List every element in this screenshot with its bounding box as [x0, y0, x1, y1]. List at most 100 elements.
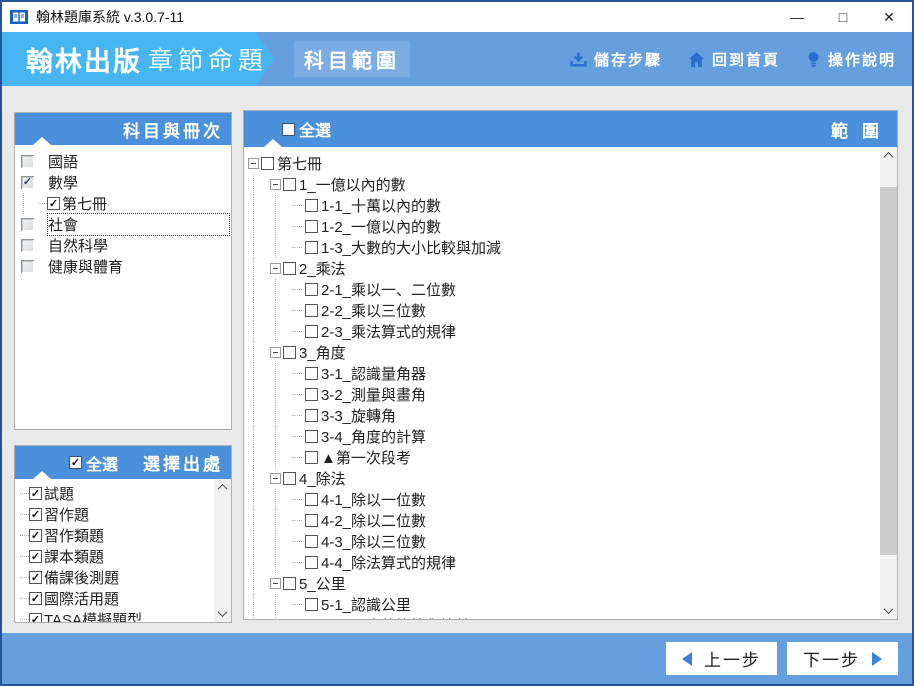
- tree-checkbox[interactable]: [305, 388, 318, 401]
- minimize-button[interactable]: —: [774, 2, 820, 32]
- prev-step-button[interactable]: 上一步: [666, 642, 777, 675]
- subject-row[interactable]: 自然科學: [15, 235, 231, 256]
- tree-checkbox[interactable]: [305, 325, 318, 338]
- scroll-down-button[interactable]: [880, 602, 897, 619]
- tree-row[interactable]: 4-1_除以一位數: [244, 489, 880, 510]
- scope-select-all[interactable]: 全選: [282, 117, 331, 141]
- subject-row[interactable]: 社會: [15, 213, 231, 236]
- source-checkbox[interactable]: ✓: [29, 508, 42, 521]
- tree-row[interactable]: 1_一億以內的數: [244, 174, 880, 195]
- tree-row[interactable]: 2-2_乘以三位數: [244, 300, 880, 321]
- scrollbar-thumb[interactable]: [880, 187, 897, 555]
- tree-row[interactable]: 3_角度: [244, 342, 880, 363]
- subject-checkbox[interactable]: [21, 239, 34, 252]
- subject-checkbox[interactable]: ✓: [21, 176, 34, 189]
- tree-row[interactable]: 3-1_認識量角器: [244, 363, 880, 384]
- collapse-toggle-icon[interactable]: [248, 158, 259, 169]
- home-action[interactable]: 回到首頁: [688, 49, 780, 70]
- collapse-toggle-icon[interactable]: [270, 347, 281, 358]
- help-action[interactable]: 操作說明: [806, 49, 896, 70]
- tree-row[interactable]: 4_除法: [244, 468, 880, 489]
- tree-row[interactable]: 2-3_乘法算式的規律: [244, 321, 880, 342]
- tree-checkbox[interactable]: [305, 493, 318, 506]
- collapse-toggle-icon[interactable]: [270, 179, 281, 190]
- tree-checkbox[interactable]: [305, 367, 318, 380]
- tree-row[interactable]: 3-4_角度的計算: [244, 426, 880, 447]
- tree-row[interactable]: 5-2_長度的換算與比較: [244, 615, 880, 619]
- volume-row[interactable]: ✓ 第七冊: [15, 193, 231, 214]
- source-checkbox[interactable]: ✓: [29, 487, 42, 500]
- tree-row[interactable]: 1-1_十萬以內的數: [244, 195, 880, 216]
- tree-checkbox[interactable]: [283, 178, 296, 191]
- tree-checkbox[interactable]: [283, 262, 296, 275]
- tree-row[interactable]: 第七冊: [244, 153, 880, 174]
- maximize-button[interactable]: □: [820, 2, 866, 32]
- tree-checkbox[interactable]: [305, 451, 318, 464]
- tree-checkbox[interactable]: [305, 241, 318, 254]
- tree-row[interactable]: 1-3_大數的大小比較與加減: [244, 237, 880, 258]
- tree-checkbox[interactable]: [305, 199, 318, 212]
- source-checkbox[interactable]: ✓: [29, 592, 42, 605]
- source-row[interactable]: ✓ 習作題: [15, 504, 214, 525]
- save-action[interactable]: 儲存步驟: [570, 49, 662, 70]
- source-row[interactable]: ✓ 備課後測題: [15, 567, 214, 588]
- brand-tab: 翰林出版 章節命題: [2, 32, 274, 86]
- tree-checkbox[interactable]: [305, 598, 318, 611]
- tree-row[interactable]: 2-1_乘以一、二位數: [244, 279, 880, 300]
- tree-checkbox[interactable]: [305, 304, 318, 317]
- tree-checkbox[interactable]: [261, 157, 274, 170]
- source-checkbox[interactable]: ✓: [29, 571, 42, 584]
- subject-checkbox[interactable]: [21, 218, 34, 231]
- tree-checkbox[interactable]: [283, 346, 296, 359]
- source-row[interactable]: ✓ 習作類題: [15, 525, 214, 546]
- tree-row[interactable]: 5_公里: [244, 573, 880, 594]
- subject-checkbox[interactable]: [21, 260, 34, 273]
- tree-checkbox[interactable]: [305, 556, 318, 569]
- subject-row[interactable]: 健康與體育: [15, 256, 231, 277]
- subject-row[interactable]: 國語: [15, 151, 231, 172]
- subject-row[interactable]: ✓ 數學: [15, 172, 231, 193]
- collapse-toggle-icon[interactable]: [270, 263, 281, 274]
- source-label: 習作類題: [44, 528, 105, 545]
- tree-checkbox[interactable]: [305, 283, 318, 296]
- tree-guide: [253, 552, 270, 573]
- tree-row[interactable]: 4-2_除以二位數: [244, 510, 880, 531]
- subject-checkbox[interactable]: [21, 155, 34, 168]
- tree-row[interactable]: 3-3_旋轉角: [244, 405, 880, 426]
- tree-checkbox[interactable]: [305, 220, 318, 233]
- tree-row[interactable]: 1-2_一億以內的數: [244, 216, 880, 237]
- tree-checkbox[interactable]: [305, 535, 318, 548]
- source-row[interactable]: ✓ TASA模擬題型: [15, 609, 214, 622]
- next-step-button[interactable]: 下一步: [787, 642, 898, 675]
- select-all-checkbox[interactable]: ✓: [69, 456, 82, 469]
- source-row[interactable]: ✓ 課本類題: [15, 546, 214, 567]
- tree-checkbox[interactable]: [305, 409, 318, 422]
- tree-row[interactable]: 4-3_除以三位數: [244, 531, 880, 552]
- volume-checkbox[interactable]: ✓: [47, 197, 60, 210]
- tree-checkbox[interactable]: [305, 514, 318, 527]
- tree-row[interactable]: 2_乘法: [244, 258, 880, 279]
- source-checkbox[interactable]: ✓: [29, 613, 42, 622]
- tree-checkbox[interactable]: [305, 430, 318, 443]
- tree-row[interactable]: ▲第一次段考: [244, 447, 880, 468]
- scroll-up-button[interactable]: [880, 147, 897, 164]
- tree-row[interactable]: 4-4_除法算式的規律: [244, 552, 880, 573]
- collapse-toggle-icon[interactable]: [270, 578, 281, 589]
- tree-checkbox[interactable]: [283, 577, 296, 590]
- source-row[interactable]: ✓ 試題: [15, 483, 214, 504]
- tree-checkbox[interactable]: [283, 472, 296, 485]
- source-checkbox[interactable]: ✓: [29, 529, 42, 542]
- sources-select-all[interactable]: ✓ 全選: [69, 451, 118, 475]
- scroll-down-button[interactable]: [214, 605, 231, 622]
- close-button[interactable]: ✕: [866, 2, 912, 32]
- tree-label: 2-3_乘法算式的規律: [321, 324, 457, 341]
- collapse-toggle-icon[interactable]: [270, 473, 281, 484]
- scope-scrollbar[interactable]: [880, 147, 897, 619]
- sources-scrollbar[interactable]: [214, 479, 231, 622]
- select-all-checkbox[interactable]: [282, 122, 295, 136]
- tree-row[interactable]: 3-2_測量與畫角: [244, 384, 880, 405]
- scroll-up-button[interactable]: [214, 479, 231, 496]
- source-row[interactable]: ✓ 國際活用題: [15, 588, 214, 609]
- source-checkbox[interactable]: ✓: [29, 550, 42, 563]
- tree-row[interactable]: 5-1_認識公里: [244, 594, 880, 615]
